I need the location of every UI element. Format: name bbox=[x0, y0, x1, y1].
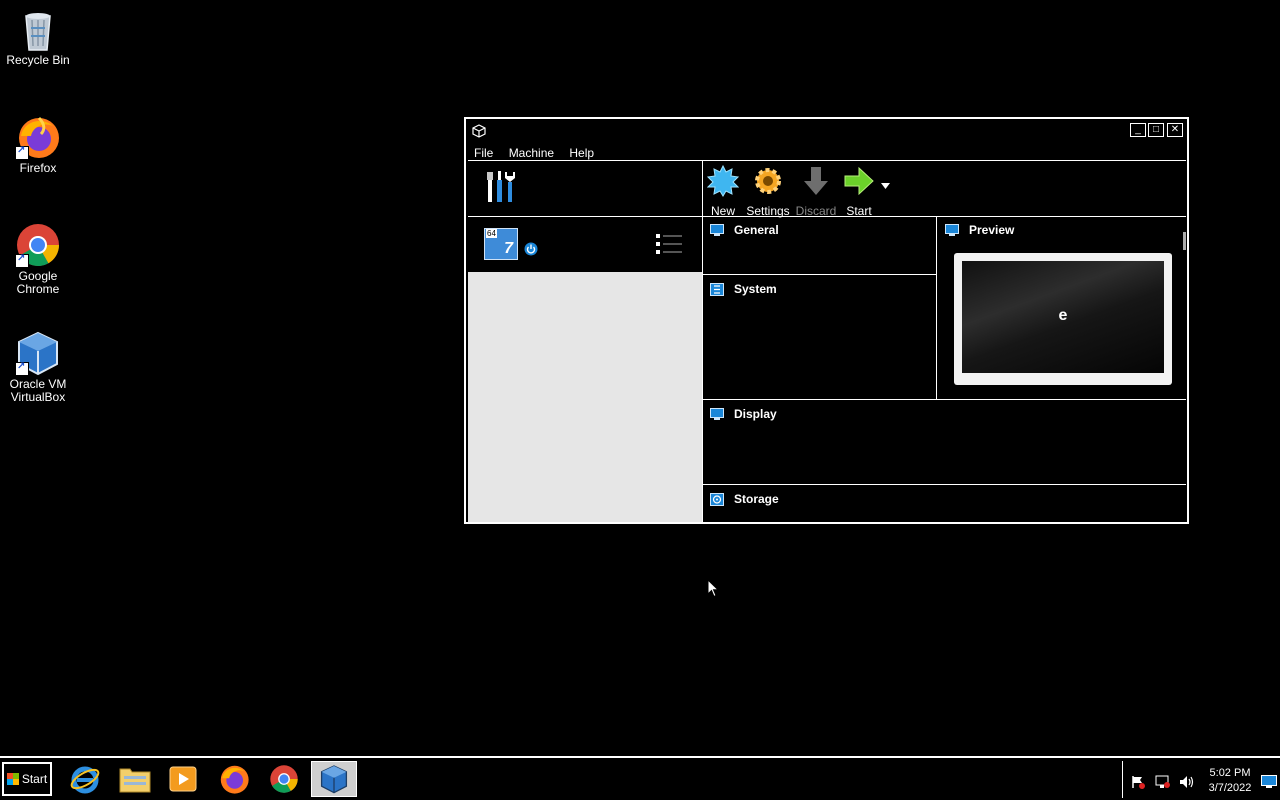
shortcut-arrow-icon bbox=[15, 361, 29, 376]
os-version-glyph: 7 bbox=[504, 240, 513, 257]
menu-file[interactable]: File bbox=[474, 146, 493, 160]
section-storage-header[interactable]: Storage bbox=[710, 492, 779, 506]
list-menu-icon[interactable] bbox=[656, 234, 682, 254]
start-arrow-right-icon bbox=[844, 166, 874, 196]
taskbar-file-explorer[interactable] bbox=[112, 761, 158, 797]
taskbar-internet-explorer[interactable] bbox=[62, 761, 108, 797]
chrome-icon bbox=[270, 765, 298, 793]
preview-screen: e bbox=[962, 261, 1164, 373]
chrome-icon bbox=[15, 222, 61, 268]
start-dropdown-chevron-down-icon[interactable] bbox=[881, 183, 890, 189]
new-button-label: New bbox=[710, 204, 735, 218]
settings-button[interactable]: Settings bbox=[743, 165, 793, 218]
show-desktop-icon[interactable] bbox=[1261, 775, 1277, 789]
virtualbox-manager-window: _ □ ✕ File Machine Help 64 7 New Setting… bbox=[464, 117, 1189, 524]
taskbar: Start 5:02 PM 3/7/2022 bbox=[0, 756, 1280, 800]
section-general-header[interactable]: General bbox=[710, 223, 779, 237]
desktop-icon-recycle-bin[interactable]: Recycle Bin bbox=[0, 6, 76, 67]
start-button-label: Start bbox=[21, 772, 48, 786]
global-tools-area bbox=[468, 160, 702, 216]
virtualbox-title-icon bbox=[472, 124, 486, 138]
monitor-icon bbox=[710, 223, 724, 236]
desktop-icon-firefox[interactable]: Firefox bbox=[0, 114, 76, 175]
desktop-icon-label: Google Chrome bbox=[16, 269, 60, 296]
power-off-icon bbox=[524, 242, 538, 256]
volume-icon[interactable] bbox=[1179, 775, 1195, 789]
firefox-icon bbox=[220, 765, 249, 794]
section-system-title: System bbox=[734, 282, 777, 296]
desktop-icon-label: Recycle Bin bbox=[6, 53, 70, 67]
desktop-icon-chrome[interactable]: Google Chrome bbox=[0, 222, 76, 296]
shortcut-arrow-icon bbox=[15, 253, 29, 268]
new-starburst-icon bbox=[706, 164, 740, 197]
taskbar-chrome[interactable] bbox=[261, 761, 307, 797]
divider bbox=[702, 484, 1186, 485]
chip-icon bbox=[710, 282, 724, 296]
vm-list-item[interactable]: 64 7 bbox=[468, 216, 702, 272]
monitor-icon bbox=[945, 223, 959, 236]
windows-logo-icon bbox=[6, 773, 19, 785]
section-preview-header[interactable]: Preview bbox=[945, 223, 1014, 237]
divider bbox=[702, 274, 936, 275]
menu-bar: File Machine Help bbox=[474, 146, 606, 160]
minimize-button[interactable]: _ bbox=[1130, 123, 1146, 137]
taskbar-media-player[interactable] bbox=[160, 761, 206, 797]
section-preview-title: Preview bbox=[969, 223, 1015, 237]
monitor-icon bbox=[710, 407, 724, 420]
arch-badge: 64 bbox=[486, 229, 497, 238]
menu-help[interactable]: Help bbox=[569, 146, 594, 160]
start-button-label: Start bbox=[846, 204, 872, 218]
discard-arrow-down-icon bbox=[804, 167, 828, 195]
section-display-title: Display bbox=[734, 407, 777, 421]
section-display-header[interactable]: Display bbox=[710, 407, 777, 421]
virtualbox-icon bbox=[320, 765, 348, 794]
taskbar-clock[interactable]: 5:02 PM 3/7/2022 bbox=[1202, 766, 1258, 796]
network-icon[interactable] bbox=[1155, 775, 1171, 789]
desktop-icon-label: Firefox bbox=[19, 161, 57, 175]
shortcut-arrow-icon bbox=[15, 145, 29, 160]
clock-date: 3/7/2022 bbox=[1208, 782, 1252, 794]
maximize-button[interactable]: □ bbox=[1148, 123, 1164, 137]
close-button[interactable]: ✕ bbox=[1167, 123, 1183, 137]
preview-thumbnail: e bbox=[954, 253, 1172, 385]
start-vm-button[interactable]: Start bbox=[834, 165, 884, 218]
settings-button-label: Settings bbox=[746, 204, 790, 218]
section-system-header[interactable]: System bbox=[710, 282, 777, 296]
action-center-flag-icon[interactable] bbox=[1131, 775, 1145, 789]
section-storage-title: Storage bbox=[734, 492, 779, 506]
taskbar-firefox[interactable] bbox=[211, 761, 257, 797]
tools-icon[interactable] bbox=[486, 170, 518, 204]
desktop-icon-virtualbox[interactable]: Oracle VM VirtualBox bbox=[0, 330, 76, 404]
clock-time: 5:02 PM bbox=[1209, 767, 1251, 779]
menu-machine[interactable]: Machine bbox=[509, 146, 554, 160]
storage-disk-icon bbox=[710, 492, 724, 506]
details-scrollbar[interactable] bbox=[1183, 232, 1186, 250]
start-button[interactable]: Start bbox=[2, 762, 52, 796]
gear-icon bbox=[755, 168, 781, 194]
divider bbox=[936, 216, 937, 399]
preview-text: e bbox=[1058, 307, 1068, 324]
window-titlebar[interactable]: _ □ ✕ bbox=[466, 119, 1187, 143]
firefox-icon bbox=[15, 114, 61, 160]
taskbar-virtualbox[interactable] bbox=[311, 761, 357, 797]
folder-icon bbox=[119, 768, 151, 793]
windows7-os-icon: 64 7 bbox=[484, 228, 518, 260]
media-player-icon bbox=[169, 766, 197, 792]
section-general-title: General bbox=[734, 223, 779, 237]
divider bbox=[702, 399, 1186, 400]
recycle-bin-icon bbox=[15, 6, 61, 52]
vm-list-panel[interactable] bbox=[468, 272, 702, 522]
desktop-icon-label: Oracle VM VirtualBox bbox=[9, 377, 67, 404]
mouse-cursor-icon bbox=[707, 579, 719, 598]
virtualbox-icon bbox=[15, 330, 61, 376]
new-button[interactable]: New bbox=[698, 164, 748, 218]
internet-explorer-icon bbox=[70, 766, 100, 794]
